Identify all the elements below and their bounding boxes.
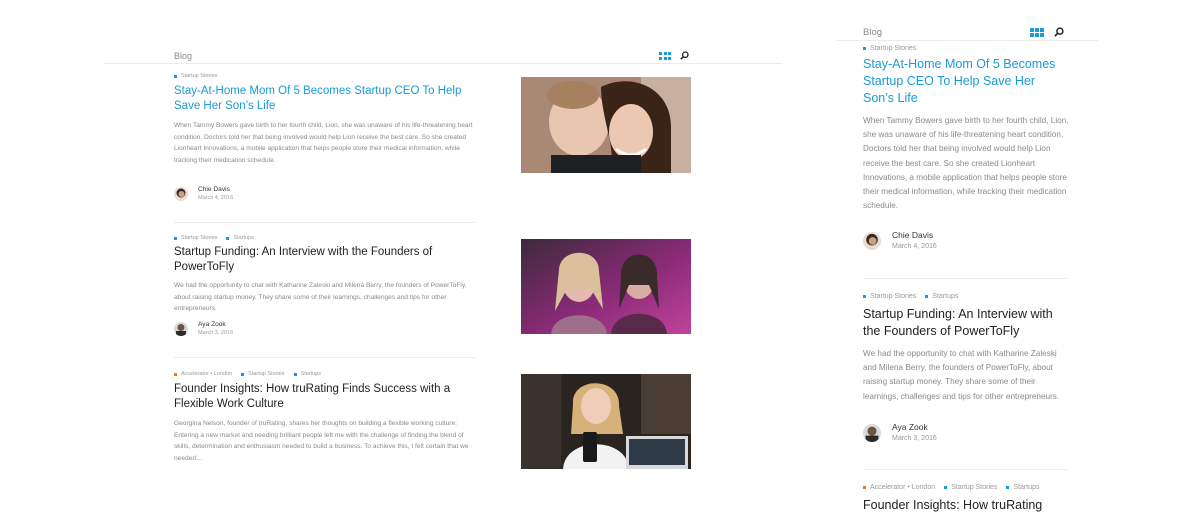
tag-startup-stories[interactable]: Startup Stories: [944, 484, 997, 491]
post-tags: Accelerator • London Startup Stories Sta…: [174, 371, 479, 377]
tag-dot: [863, 486, 866, 489]
post-title[interactable]: Founder Insights: How truRating Finds Su…: [174, 382, 479, 412]
post-excerpt: Georgina Nelson, founder of truRating, s…: [174, 420, 469, 462]
post-author: Chie Davis March 4, 2016: [174, 185, 233, 203]
author-name[interactable]: Chie Davis: [198, 185, 233, 194]
grid-icon[interactable]: [1030, 28, 1044, 37]
post-card: Accelerator • London Startup Stories Sta…: [174, 371, 479, 464]
post-tags: Startup Stories: [863, 45, 1073, 52]
post-tags: Startup Stories Startups: [174, 235, 479, 241]
post-title[interactable]: Stay-At-Home Mom Of 5 Becomes Startup CE…: [174, 84, 474, 114]
avatar[interactable]: [863, 232, 881, 250]
tag-startups[interactable]: Startups: [293, 371, 321, 377]
post-excerpt: When Tammy Bowers gave birth to her four…: [863, 116, 1069, 211]
post-tags: Startup Stories Startups: [863, 293, 1073, 300]
tag-startup-stories[interactable]: Startup Stories: [174, 73, 217, 79]
post-author: Chie Davis March 4, 2016: [863, 230, 937, 252]
post-title[interactable]: Startup Funding: An Interview with the F…: [174, 245, 479, 275]
author-name[interactable]: Aya Zook: [198, 320, 233, 329]
avatar[interactable]: [174, 187, 188, 201]
tag-dot: [174, 236, 177, 240]
post-tags: Startup Stories: [174, 73, 479, 79]
post-thumbnail[interactable]: [521, 374, 691, 469]
tag-dot: [241, 372, 245, 376]
search-icon[interactable]: [1054, 27, 1064, 37]
avatar[interactable]: [174, 322, 188, 336]
post-card: Startup Stories Startups Startup Funding…: [174, 235, 479, 315]
post-divider: [863, 469, 1068, 470]
tag-startup-stories[interactable]: Startup Stories: [863, 293, 916, 300]
tag-dot: [293, 372, 297, 376]
post-author: Aya Zook March 3, 2016: [174, 320, 233, 338]
blog-label: Blog: [174, 51, 193, 61]
post-thumbnail[interactable]: [521, 77, 691, 173]
founders-photo: [521, 239, 691, 334]
post-date: March 4, 2016: [198, 195, 234, 201]
tag-dot: [1006, 486, 1010, 489]
post-date: March 4, 2016: [892, 243, 937, 250]
post-divider: [174, 222, 475, 223]
post-title[interactable]: Stay-At-Home Mom Of 5 Becomes Startup CE…: [863, 56, 1063, 107]
tag-accelerator-london[interactable]: Accelerator • London: [174, 371, 232, 377]
post-divider: [863, 278, 1068, 279]
post-title[interactable]: Founder Insights: How truRating: [863, 497, 1093, 514]
tag-startup-stories[interactable]: Startup Stories: [174, 235, 217, 241]
tag-startups[interactable]: Startups: [226, 235, 254, 241]
post-date: March 3, 2016: [892, 435, 937, 442]
header-divider: [836, 40, 1098, 41]
post-excerpt: When Tammy Bowers gave birth to her four…: [174, 122, 473, 164]
author-name[interactable]: Aya Zook: [892, 422, 937, 433]
post-tags: Accelerator • London Startup Stories Sta…: [863, 484, 1093, 491]
tag-dot: [226, 236, 230, 240]
tag-accelerator-london[interactable]: Accelerator • London: [863, 484, 935, 491]
post-card: Startup Stories Startups Startup Funding…: [863, 293, 1073, 404]
post-divider: [174, 357, 475, 358]
tag-startups[interactable]: Startups: [1006, 484, 1040, 491]
header-divider: [104, 63, 782, 64]
tag-dot: [174, 372, 177, 376]
post-card: Startup Stories Stay-At-Home Mom Of 5 Be…: [863, 45, 1073, 213]
tag-dot: [174, 74, 177, 78]
post-excerpt: We had the opportunity to chat with Kath…: [174, 282, 467, 312]
tag-startup-stories[interactable]: Startup Stories: [863, 45, 916, 52]
tag-dot: [925, 295, 929, 298]
tag-dot: [944, 486, 948, 489]
post-thumbnail[interactable]: [521, 239, 691, 334]
post-excerpt: We had the opportunity to chat with Kath…: [863, 349, 1060, 401]
blog-label: Blog: [863, 27, 883, 38]
post-date: March 3, 2016: [198, 330, 234, 336]
author-name[interactable]: Chie Davis: [892, 230, 937, 241]
post-title[interactable]: Startup Funding: An Interview with the F…: [863, 306, 1063, 340]
post-card: Startup Stories Stay-At-Home Mom Of 5 Be…: [174, 73, 479, 166]
post-author: Aya Zook March 3, 2016: [863, 422, 937, 444]
avatar[interactable]: [863, 424, 881, 442]
tag-startups[interactable]: Startups: [925, 293, 958, 300]
grid-icon[interactable]: [659, 52, 671, 60]
tag-dot: [863, 295, 866, 298]
post-card: Accelerator • London Startup Stories Sta…: [863, 484, 1093, 514]
founder-with-device-photo: [521, 374, 691, 469]
search-icon[interactable]: [680, 51, 689, 60]
tag-startup-stories[interactable]: Startup Stories: [241, 371, 285, 377]
mother-and-son-photo: [521, 77, 691, 173]
tag-dot: [863, 47, 866, 50]
